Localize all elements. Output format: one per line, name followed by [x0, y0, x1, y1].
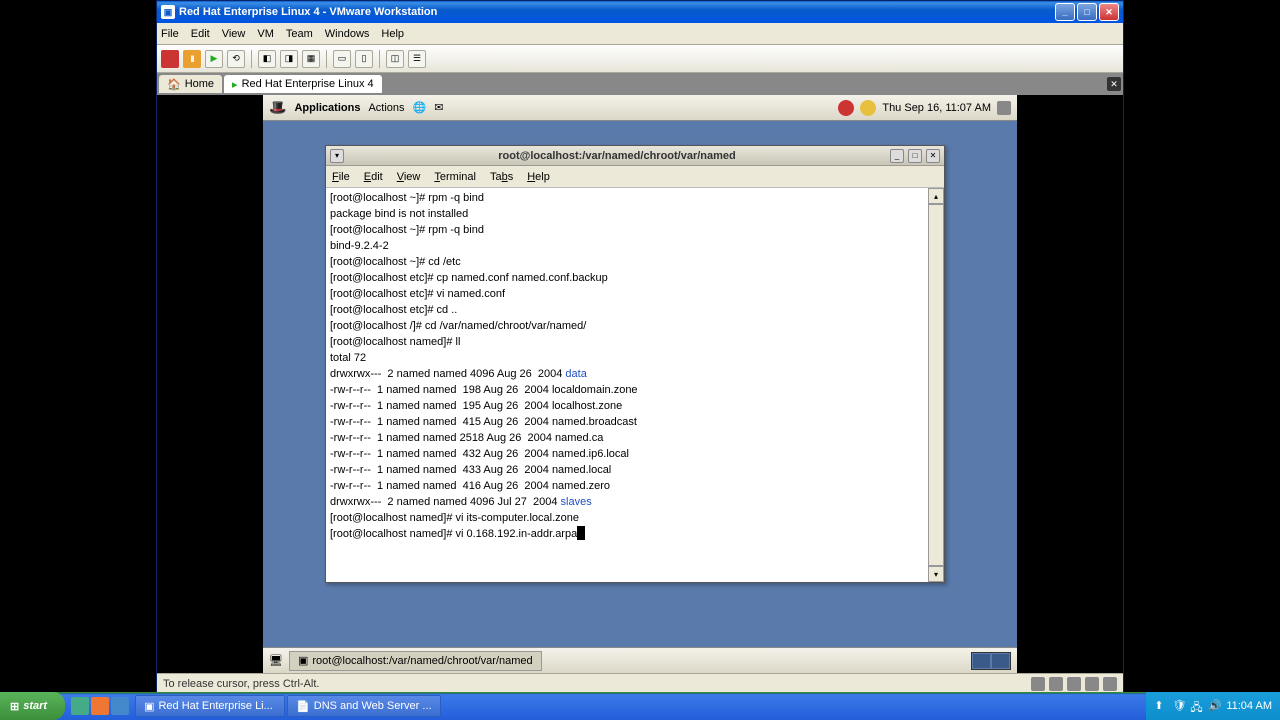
vmware-statusbar: To release cursor, press Ctrl-Alt. — [157, 673, 1123, 693]
revert-button[interactable]: ◨ — [280, 50, 298, 68]
scroll-up-button[interactable]: ▴ — [928, 188, 944, 204]
ie-icon[interactable] — [71, 697, 89, 715]
scroll-down-button[interactable]: ▾ — [928, 566, 944, 582]
device-cd-icon[interactable] — [1049, 677, 1063, 691]
vmware-title: Red Hat Enterprise Linux 4 - VMware Work… — [179, 6, 1055, 18]
menu-team[interactable]: Team — [286, 28, 313, 40]
task-vmware-icon: ▣ — [144, 700, 154, 713]
terminal-titlebar[interactable]: ▾ root@localhost:/var/named/chroot/var/n… — [326, 146, 944, 166]
volume-icon[interactable] — [997, 101, 1011, 115]
firefox-icon[interactable] — [91, 697, 109, 715]
terminal-title: root@localhost:/var/named/chroot/var/nam… — [348, 150, 886, 162]
workspace-switcher[interactable] — [971, 652, 1011, 670]
reset-button[interactable]: ⟲ — [227, 50, 245, 68]
taskbar-terminal-label: root@localhost:/var/named/chroot/var/nam… — [312, 655, 532, 667]
menu-vm[interactable]: VM — [257, 28, 274, 40]
tray-safely-remove-icon[interactable]: ⬆ — [1154, 699, 1168, 713]
terminal-window: ▾ root@localhost:/var/named/chroot/var/n… — [325, 145, 945, 583]
tray-network-icon[interactable]: 🖧 — [1190, 699, 1204, 713]
xp-task-vmware-label: Red Hat Enterprise Li... — [158, 700, 272, 712]
terminal-menubar: File Edit View Terminal Tabs Help — [326, 166, 944, 188]
menu-help[interactable]: Help — [381, 28, 404, 40]
actions-menu[interactable]: Actions — [368, 102, 404, 114]
terminal-scrollbar[interactable]: ▴ ▾ — [928, 188, 944, 582]
poweron-button[interactable]: ▶ — [205, 50, 223, 68]
home-icon: 🏠 — [167, 78, 181, 91]
tray-shield-icon[interactable]: 🛡 — [1172, 699, 1186, 713]
menu-view[interactable]: View — [222, 28, 246, 40]
minimize-button[interactable]: _ — [1055, 3, 1075, 21]
unity-button[interactable]: ◫ — [386, 50, 404, 68]
xp-taskbar: ⊞ start ▣ Red Hat Enterprise Li... 📄 DNS… — [0, 692, 1280, 720]
term-maximize-button[interactable]: □ — [908, 149, 922, 163]
term-close-button[interactable]: ✕ — [926, 149, 940, 163]
menu-edit[interactable]: Edit — [191, 28, 210, 40]
tray-volume-icon[interactable]: 🔊 — [1208, 699, 1222, 713]
vmware-menubar: File Edit View VM Team Windows Help — [157, 23, 1123, 45]
term-menu-help[interactable]: Help — [527, 171, 550, 183]
xp-task-doc-label: DNS and Web Server ... — [314, 700, 432, 712]
menu-file[interactable]: File — [161, 28, 179, 40]
term-menu-view[interactable]: View — [397, 171, 421, 183]
start-button[interactable]: ⊞ start — [0, 692, 65, 720]
windows-logo-icon: ⊞ — [10, 700, 19, 713]
manage-button[interactable]: ▦ — [302, 50, 320, 68]
gnome-top-panel: 🎩 Applications Actions 🌐 ✉ Thu Sep 16, 1… — [263, 95, 1017, 121]
vmware-icon: ▣ — [161, 5, 175, 19]
fullscreen-button[interactable]: ▭ — [333, 50, 351, 68]
window-menu-icon[interactable]: ▾ — [330, 149, 344, 163]
tab-vm-label: Red Hat Enterprise Linux 4 — [242, 78, 374, 90]
terminal-task-icon: ▣ — [298, 654, 308, 667]
device-net-icon[interactable] — [1085, 677, 1099, 691]
poweroff-button[interactable] — [161, 50, 179, 68]
device-audio-icon[interactable] — [1103, 677, 1117, 691]
taskbar-terminal[interactable]: ▣ root@localhost:/var/named/chroot/var/n… — [289, 651, 542, 671]
task-doc-icon: 📄 — [296, 700, 310, 713]
tab-home[interactable]: 🏠 Home — [159, 75, 222, 93]
vmware-toolbar: II ▶ ⟲ ◧ ◨ ▦ ▭ ▯ ◫ ☰ — [157, 45, 1123, 73]
quick-launch — [65, 697, 135, 715]
scroll-track[interactable] — [928, 204, 944, 566]
quickswitch-button[interactable]: ▯ — [355, 50, 373, 68]
vmware-window: ▣ Red Hat Enterprise Linux 4 - VMware Wo… — [156, 0, 1124, 694]
close-button[interactable]: ✕ — [1099, 3, 1119, 21]
status-text: To release cursor, press Ctrl-Alt. — [163, 678, 320, 690]
menu-windows[interactable]: Windows — [325, 28, 370, 40]
guest-desktop[interactable]: 🎩 Applications Actions 🌐 ✉ Thu Sep 16, 1… — [263, 95, 1017, 673]
vmware-titlebar[interactable]: ▣ Red Hat Enterprise Linux 4 - VMware Wo… — [157, 1, 1123, 23]
clock[interactable]: Thu Sep 16, 11:07 AM — [882, 102, 991, 114]
tab-close-button[interactable]: ✕ — [1107, 77, 1121, 91]
snapshot-button[interactable]: ◧ — [258, 50, 276, 68]
redhat-icon[interactable]: 🎩 — [269, 99, 286, 116]
applications-menu[interactable]: Applications — [294, 102, 360, 114]
term-menu-edit[interactable]: Edit — [364, 171, 383, 183]
device-floppy-icon[interactable] — [1067, 677, 1081, 691]
term-menu-terminal[interactable]: Terminal — [434, 171, 476, 183]
gnome-bottom-panel: 🖥 ▣ root@localhost:/var/named/chroot/var… — [263, 647, 1017, 673]
tab-home-label: Home — [185, 78, 214, 90]
terminal-content[interactable]: [root@localhost ~]# rpm -q bindpackage b… — [326, 188, 928, 582]
summary-button[interactable]: ☰ — [408, 50, 426, 68]
tray-clock[interactable]: 11:04 AM — [1226, 700, 1272, 712]
alert-icon[interactable] — [838, 100, 854, 116]
xp-task-doc[interactable]: 📄 DNS and Web Server ... — [287, 695, 441, 717]
start-label: start — [23, 700, 47, 712]
term-menu-file[interactable]: File — [332, 171, 350, 183]
suspend-button[interactable]: II — [183, 50, 201, 68]
xp-task-vmware[interactable]: ▣ Red Hat Enterprise Li... — [135, 695, 285, 717]
term-minimize-button[interactable]: _ — [890, 149, 904, 163]
desktop-icon[interactable] — [111, 697, 129, 715]
vmware-tabbar: 🏠 Home ▸ Red Hat Enterprise Linux 4 ✕ — [157, 73, 1123, 95]
mail-icon[interactable]: ✉ — [434, 101, 443, 114]
system-tray: ⬆ 🛡 🖧 🔊 11:04 AM — [1146, 692, 1280, 720]
security-icon[interactable] — [860, 100, 876, 116]
term-menu-tabs[interactable]: Tabs — [490, 171, 513, 183]
browser-icon[interactable]: 🌐 — [413, 101, 427, 114]
show-desktop-icon[interactable]: 🖥 — [269, 654, 283, 667]
vm-guest-display[interactable]: 🎩 Applications Actions 🌐 ✉ Thu Sep 16, 1… — [157, 95, 1123, 673]
maximize-button[interactable]: □ — [1077, 3, 1097, 21]
device-hdd-icon[interactable] — [1031, 677, 1045, 691]
tab-vm[interactable]: ▸ Red Hat Enterprise Linux 4 — [224, 75, 382, 93]
vm-tab-icon: ▸ — [232, 78, 238, 91]
